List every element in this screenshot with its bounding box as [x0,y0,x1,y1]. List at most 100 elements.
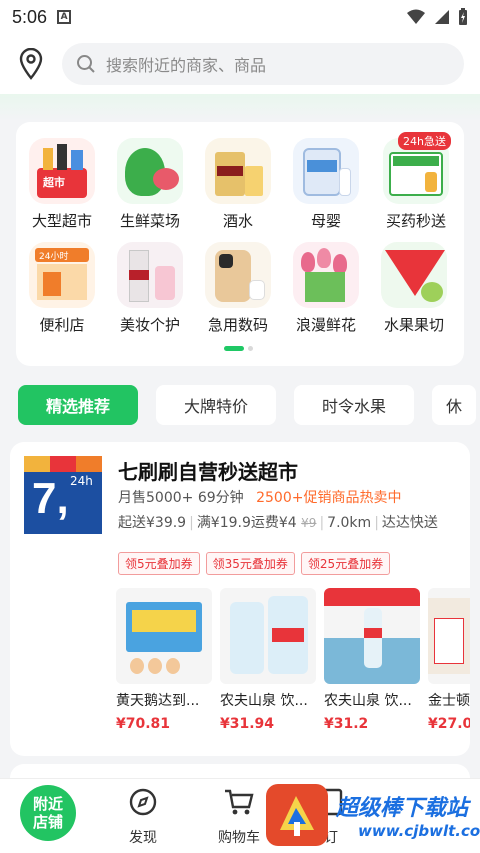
product-image [428,588,470,684]
product-list: 黄天鹅达到... ¥70.81 农夫山泉 饮... ¥31.94 农夫山泉 饮.… [116,588,470,732]
coupon-list: 领5元叠加券 领35元叠加券 领25元叠加券 [118,552,391,575]
category-label: 酒水 [222,212,253,230]
site-watermark: 超级棒下载站 www.cjbwlt.com [262,784,480,850]
product-image [324,588,420,684]
watermark-url: www.cjbwlt.com [358,822,480,840]
delivery-time: 69分钟 [197,490,244,506]
category-supermarket[interactable]: 超市 大型超市 [20,138,104,231]
search-placeholder: 搜索附近的商家、商品 [106,56,267,75]
shipping-fee: 满¥19.9运费¥4 [196,515,297,531]
category-label: 水果果切 [383,316,444,334]
coupon-button[interactable]: 领35元叠加券 [205,552,295,575]
distance: 7.0km [327,515,372,531]
category-fresh[interactable]: 生鲜菜场 [108,138,192,231]
carrier: 达达快送 [381,515,438,531]
header-gradient [0,94,480,120]
product-price: ¥31.94 [220,716,275,732]
header: 搜索附近的商家、商品 [0,34,480,94]
category-label: 美妆个护 [119,316,180,334]
store-logo-text: 7, [32,474,69,523]
coupon-button[interactable]: 领25元叠加券 [300,552,391,575]
product-name: 农夫山泉 饮... [220,693,308,709]
category-grid: 超市 大型超市 生鲜菜场 酒水 母婴 24h急送 买药秒送 24小时 便利店 美… [16,122,464,366]
location-pin-icon[interactable] [16,47,46,81]
cosmetics-icon [117,242,183,308]
watermark-title: 超级棒下载站 [336,796,469,821]
category-medicine[interactable]: 24h急送 买药秒送 [374,132,458,231]
product-name: 黄天鹅达到... [116,693,200,709]
category-convenience[interactable]: 24小时 便利店 [20,242,104,335]
battery-icon [459,8,467,25]
category-label: 大型超市 [31,212,92,230]
page-dot [248,346,253,351]
tab-seasonal-fruit[interactable]: 时令水果 [294,385,415,425]
page-indicator [224,346,253,351]
category-flowers[interactable]: 浪漫鲜花 [284,242,368,335]
nav-discover[interactable]: 发现 [108,787,178,847]
product-image [220,588,316,684]
product-item[interactable]: 黄天鹅达到... ¥70.81 [116,588,212,732]
beer-icon [205,138,271,204]
page-dot-active [224,346,244,351]
product-name: 金士顿( [428,693,470,709]
store-card[interactable]: 7, 24h 七刷刷自营秒送超市 月售5000+ 69分钟 2500+促销商品热… [10,442,470,756]
nav-nearby-stores[interactable]: 附近 店铺 [20,785,76,841]
category-drinks[interactable]: 酒水 [196,138,280,231]
store-delivery-info: 起送¥39.9 | 满¥19.9运费¥4 ¥9 | 7.0km | 达达快送 [118,515,438,531]
store-name: 七刷刷自营秒送超市 [118,460,298,484]
signal-icon [435,10,449,24]
product-item[interactable]: 金士顿( ¥27.05 [428,588,470,732]
product-item[interactable]: 农夫山泉 饮... ¥31.2 [324,588,420,732]
category-label: 急用数码 [207,316,268,334]
hot-promo: 2500+促销商品热卖中 [256,490,402,506]
cart-icon [225,789,254,815]
product-price: ¥70.81 [116,716,171,732]
store-logo: 7, 24h [24,456,102,534]
tab-more[interactable]: 休 [432,385,477,425]
product-price: ¥31.2 [324,716,369,732]
category-label: 便利店 [39,316,85,334]
store-logo-sub: 24h [70,474,93,488]
tab-featured[interactable]: 精选推荐 [18,385,139,425]
monthly-sales: 月售5000+ [118,490,194,506]
nav-discover-label: 发现 [129,830,157,846]
phone-icon [205,242,271,308]
category-digital[interactable]: 急用数码 [196,242,280,335]
status-icons [406,8,468,26]
category-label: 买药秒送 [385,212,446,230]
medicine-box-icon: 24h急送 [383,132,451,204]
category-beauty[interactable]: 美妆个护 [108,242,192,335]
vegetables-icon [117,138,183,204]
search-input[interactable]: 搜索附近的商家、商品 [62,43,464,85]
recommendation-tabs: 精选推荐 大牌特价 时令水果 休 [18,385,477,425]
nav-home-line1: 附近 [32,795,63,813]
status-time: 5:06 [12,6,48,27]
nav-home-line2: 店铺 [32,813,63,831]
original-fee: ¥9 [301,516,317,530]
category-baby[interactable]: 母婴 [284,138,368,231]
coupon-button[interactable]: 领5元叠加券 [118,552,200,575]
product-name: 农夫山泉 饮... [324,693,412,709]
status-bar: 5:06 A [0,0,480,34]
product-price: ¥27.05 [428,716,470,732]
min-order: 起送¥39.9 [118,515,187,531]
tulips-icon [293,242,359,308]
supermarket-basket-icon: 超市 [29,138,95,204]
tab-brand-deals[interactable]: 大牌特价 [156,385,277,425]
store-stats: 月售5000+ 69分钟 2500+促销商品热卖中 [118,487,401,507]
product-item[interactable]: 农夫山泉 饮... ¥31.94 [220,588,316,732]
compass-icon [129,788,157,816]
wifi-icon [407,9,425,24]
search-icon [77,55,95,73]
milk-powder-icon [293,138,359,204]
category-label: 母婴 [310,212,341,230]
notification-a-icon: A [57,10,72,24]
category-label: 生鲜菜场 [119,212,180,230]
category-label: 浪漫鲜花 [295,316,356,334]
watermelon-icon [381,242,447,308]
category-fruit[interactable]: 水果果切 [372,242,456,335]
watermark-logo-icon [266,784,328,846]
convenience-store-icon: 24小时 [29,242,95,308]
express-badge: 24h急送 [398,132,451,150]
product-image [116,588,212,684]
